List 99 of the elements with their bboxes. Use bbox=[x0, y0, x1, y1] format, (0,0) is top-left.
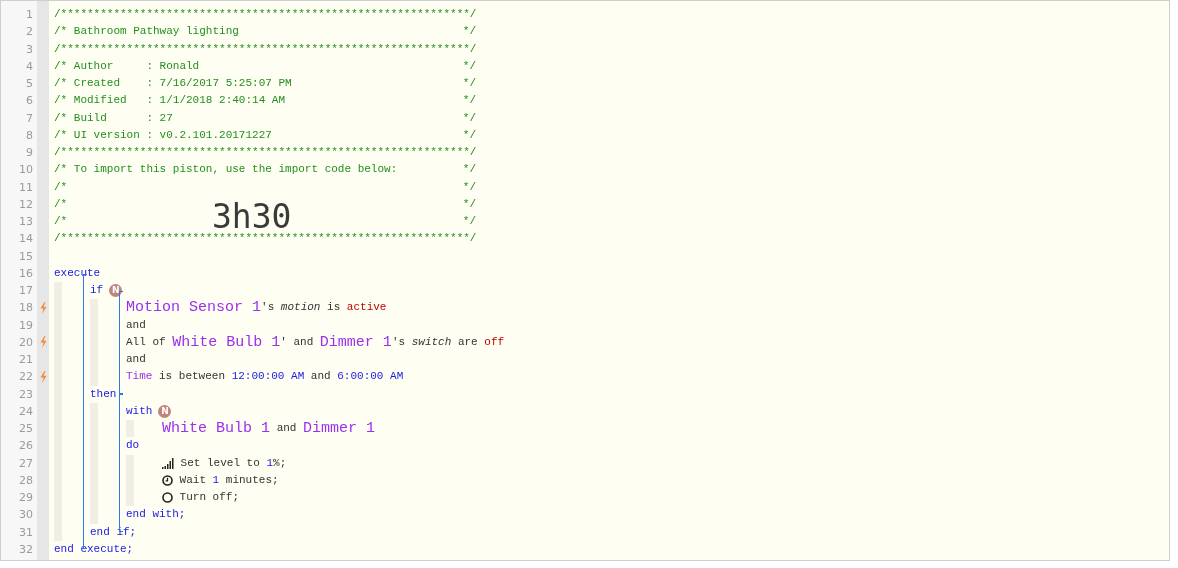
number-value: 1 bbox=[212, 472, 220, 488]
code-text: 's bbox=[261, 300, 276, 316]
mode-badge: N bbox=[158, 404, 172, 418]
code-text: is bbox=[326, 300, 342, 316]
code-comment: */ bbox=[462, 24, 476, 40]
attribute-name: switch bbox=[411, 334, 452, 350]
line-number: 8 bbox=[25, 127, 34, 144]
code-comment: /**************************************************************/ bbox=[54, 231, 477, 247]
code-text: Turn off; bbox=[178, 490, 239, 506]
line-number: 4 bbox=[25, 58, 34, 75]
code-comment: /* Created : 7/16/2017 5:25:07 PM bbox=[54, 76, 292, 92]
line-number: 7 bbox=[25, 110, 34, 127]
code-text: 's bbox=[391, 334, 407, 350]
code-comment: */ bbox=[462, 196, 476, 212]
attribute-name: motion bbox=[280, 300, 321, 316]
line-number: 10 bbox=[18, 162, 34, 179]
line-number: 21 bbox=[18, 352, 34, 368]
code-comment: */ bbox=[462, 179, 476, 195]
code-keyword: if bbox=[90, 283, 104, 299]
device-name: White Bulb 1 bbox=[162, 420, 271, 438]
code-comment: */ bbox=[462, 214, 476, 230]
overlay-text: 3h30 bbox=[212, 200, 292, 233]
state-value: active bbox=[346, 300, 387, 316]
line-number: 1 bbox=[25, 7, 34, 23]
line-number: 15 bbox=[18, 248, 34, 265]
code-comment: /**************************************************************/ bbox=[54, 7, 477, 23]
line-number: 31 bbox=[18, 524, 34, 541]
code-text: All of bbox=[126, 334, 167, 350]
code-comment: /* bbox=[54, 179, 68, 195]
line-number: 25 bbox=[18, 421, 34, 437]
line-number: 23 bbox=[18, 386, 34, 403]
number-value: 1 bbox=[266, 455, 274, 471]
code-text: %; bbox=[273, 455, 287, 471]
line-number: 11 bbox=[18, 179, 34, 196]
code-comment: /* Author : Ronald bbox=[54, 58, 200, 74]
code-comment: /* To import this piston, use the import code below: bbox=[54, 162, 398, 178]
line-number: 9 bbox=[25, 145, 34, 161]
line-number: 18 bbox=[18, 300, 34, 317]
line-number: 2 bbox=[25, 24, 34, 41]
code-comment: /**************************************************************/ bbox=[54, 41, 477, 57]
code-text: Set level to bbox=[179, 455, 261, 471]
line-number: 28 bbox=[18, 472, 34, 489]
code-text: is between bbox=[158, 369, 227, 385]
number-value: 6:00:00 AM bbox=[337, 369, 404, 385]
line-number: 27 bbox=[18, 455, 34, 472]
state-value: off bbox=[484, 334, 505, 350]
code-text: and bbox=[309, 369, 332, 385]
mode-badge: N bbox=[109, 284, 123, 298]
line-number: 14 bbox=[18, 231, 34, 248]
device-name: Motion Sensor 1 bbox=[126, 299, 262, 317]
clock-icon bbox=[162, 474, 173, 486]
code-keyword: execute bbox=[54, 265, 101, 281]
code-comment: /* bbox=[54, 214, 68, 230]
variable-name: Time bbox=[126, 369, 153, 385]
device-name: Dimmer 1 bbox=[303, 420, 376, 438]
code-comment: /* Modified : 1/1/2018 2:40:14 AM bbox=[54, 93, 286, 109]
code-comment: */ bbox=[462, 58, 476, 74]
code-comment: /**************************************************************/ bbox=[54, 145, 477, 161]
line-number: 32 bbox=[18, 541, 34, 558]
line-number: 17 bbox=[18, 283, 34, 299]
line-number: 24 bbox=[18, 403, 34, 420]
code-text: and bbox=[275, 421, 298, 437]
line-number: 16 bbox=[18, 265, 34, 282]
line-number: 19 bbox=[18, 317, 34, 334]
code-comment: */ bbox=[462, 162, 476, 178]
code-comment: /* bbox=[54, 196, 68, 212]
circle-icon bbox=[162, 492, 173, 504]
code-comment: */ bbox=[462, 76, 476, 92]
code-keyword: end execute; bbox=[54, 541, 134, 557]
line-number: 26 bbox=[18, 438, 34, 455]
code-keyword: do bbox=[126, 438, 140, 454]
code-keyword: with bbox=[126, 403, 153, 419]
signal-icon bbox=[162, 457, 174, 469]
number-value: 12:00:00 AM bbox=[231, 369, 305, 385]
code-text: Wait bbox=[178, 472, 207, 488]
line-number: 22 bbox=[18, 369, 34, 386]
line-number: 12 bbox=[18, 196, 34, 213]
code-keyword: end with; bbox=[126, 507, 186, 523]
line-number: 30 bbox=[18, 507, 34, 524]
code-keyword: then bbox=[90, 386, 117, 402]
line-number: 13 bbox=[18, 214, 34, 230]
code-comment: */ bbox=[462, 93, 476, 109]
code-comment: */ bbox=[462, 110, 476, 126]
code-comment: /* Build : 27 bbox=[54, 110, 173, 126]
line-number: 5 bbox=[25, 76, 34, 92]
code-comment: */ bbox=[462, 127, 476, 143]
code-text: are bbox=[456, 334, 479, 350]
line-number: 20 bbox=[18, 334, 34, 351]
line-number: 3 bbox=[25, 41, 34, 58]
code-text: and bbox=[126, 352, 146, 368]
device-name: White Bulb 1 bbox=[172, 333, 281, 351]
line-number: 29 bbox=[18, 490, 34, 506]
code-text: ' and bbox=[280, 334, 315, 350]
code-comment: /* UI version : v0.2.101.20171227 bbox=[54, 127, 272, 143]
code-text: minutes; bbox=[224, 472, 279, 488]
line-number: 6 bbox=[25, 93, 34, 110]
device-name: Dimmer 1 bbox=[319, 333, 392, 351]
code-comment: /* Bathroom Pathway lighting bbox=[54, 24, 239, 40]
code-text: and bbox=[126, 317, 146, 333]
